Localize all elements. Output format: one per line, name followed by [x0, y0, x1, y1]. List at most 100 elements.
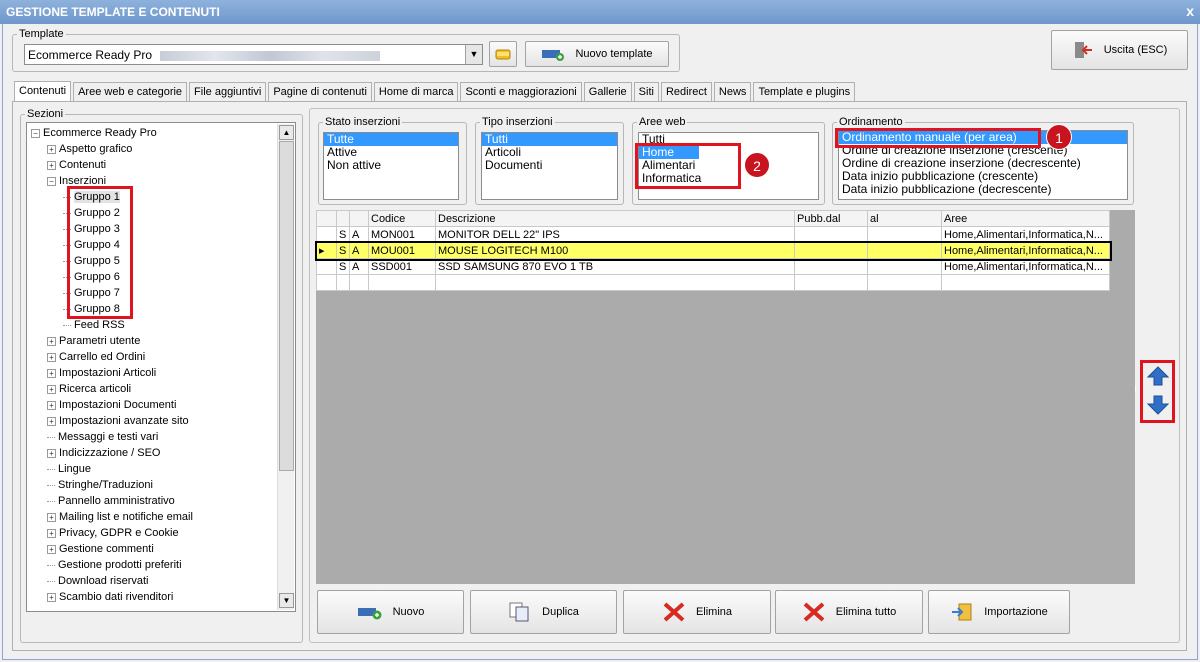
elimina-tutto-button[interactable]: Elimina tutto [775, 590, 923, 634]
expand-icon[interactable]: + [47, 336, 56, 346]
tree-item[interactable]: + Ricerca articoli [47, 381, 131, 397]
expand-icon[interactable]: + [47, 160, 56, 170]
cell-codice[interactable]: SSD001 [368, 258, 436, 275]
tree-item[interactable]: Pannello amministrativo [47, 493, 175, 509]
stato-option[interactable]: Non attive [324, 159, 458, 172]
exit-button[interactable]: Uscita (ESC) [1051, 30, 1188, 70]
move-up-button[interactable] [1145, 364, 1171, 388]
tree-item[interactable]: + Privacy, GDPR e Cookie [47, 525, 179, 541]
cell-pubb-dal[interactable] [794, 258, 868, 275]
expand-icon[interactable]: + [47, 448, 56, 458]
scroll-down-icon[interactable]: ▼ [279, 593, 294, 608]
tree-item[interactable]: + Parametri utente [47, 333, 140, 349]
move-down-button[interactable] [1145, 393, 1171, 417]
column-header[interactable]: Pubb.dal [794, 210, 868, 227]
tab-siti[interactable]: Siti [633, 82, 659, 102]
tab-file-aggiuntivi[interactable]: File aggiuntivi [189, 82, 267, 102]
table-row-new[interactable] [316, 274, 1110, 291]
tab-template-plugins[interactable]: Template e plugins [753, 82, 856, 102]
tree-item[interactable]: + Impostazioni Documenti [47, 397, 176, 413]
cell-descrizione[interactable]: SSD SAMSUNG 870 EVO 1 TB [435, 258, 795, 275]
cell-pubb-dal[interactable] [794, 242, 868, 259]
cell-aree[interactable]: Home,Alimentari,Informatica,N... [941, 226, 1110, 243]
importazione-button[interactable]: Importazione [928, 590, 1070, 634]
tree-item[interactable]: Gestione prodotti preferiti [47, 557, 182, 573]
tree-item-feed[interactable]: Feed RSS [63, 317, 125, 333]
tree-item[interactable]: + Indicizzazione / SEO [47, 445, 161, 461]
tree-item[interactable]: + Scambio dati rivenditori [47, 589, 173, 605]
new-template-button[interactable]: Nuovo template [525, 41, 669, 67]
tree-item[interactable]: + Gestione commenti [47, 541, 154, 557]
tipo-option[interactable]: Documenti [482, 159, 617, 172]
tab-contenuti[interactable]: Contenuti [14, 81, 72, 102]
table-row[interactable]: S A MON001 MONITOR DELL 22" IPS Home,Ali… [316, 226, 1110, 243]
tab-aree-web[interactable]: Aree web e categorie [73, 82, 188, 102]
tipo-listbox[interactable]: Tutti Articoli Documenti [481, 132, 618, 200]
expand-icon[interactable]: + [47, 368, 56, 378]
column-header[interactable]: al [867, 210, 942, 227]
tree-item[interactable]: Lingue [47, 461, 91, 477]
cell-a[interactable]: A [349, 226, 369, 243]
scroll-thumb[interactable] [279, 141, 294, 471]
expand-icon[interactable]: + [47, 592, 56, 602]
ordinamento-option[interactable]: Data inizio pubblicazione (decrescente) [839, 183, 1127, 196]
cell-al[interactable] [867, 258, 942, 275]
expand-icon[interactable]: + [47, 528, 56, 538]
tab-gallerie[interactable]: Gallerie [583, 82, 632, 102]
open-folder-button[interactable] [489, 41, 517, 67]
expand-icon[interactable]: + [47, 144, 56, 154]
tab-redirect[interactable]: Redirect [660, 82, 712, 102]
tree-item[interactable]: Messaggi e testi vari [47, 429, 158, 445]
cell-pubb-dal[interactable] [794, 226, 868, 243]
tab-news[interactable]: News [713, 82, 752, 102]
nuovo-button[interactable]: Nuovo [317, 590, 464, 634]
collapse-icon[interactable]: − [47, 176, 56, 186]
elimina-button[interactable]: Elimina [623, 590, 771, 634]
table-row[interactable]: S A SSD001 SSD SAMSUNG 870 EVO 1 TB Home… [316, 258, 1110, 275]
close-icon[interactable]: x [1186, 3, 1194, 19]
tree-item[interactable]: + Aspetto grafico [47, 141, 132, 157]
cell-a[interactable]: A [349, 242, 369, 259]
cell-al[interactable] [867, 226, 942, 243]
cell-descrizione[interactable]: MONITOR DELL 22" IPS [435, 226, 795, 243]
tree-item[interactable]: + Impostazioni avanzate sito [47, 413, 189, 429]
tree-item[interactable]: + Contenuti [47, 157, 106, 173]
scroll-up-icon[interactable]: ▲ [279, 125, 294, 140]
expand-icon[interactable]: + [47, 416, 56, 426]
expand-icon[interactable]: + [47, 352, 56, 362]
cell-al[interactable] [867, 242, 942, 259]
cell-s[interactable]: S [336, 242, 350, 259]
tree-item[interactable]: Download riservati [47, 573, 148, 589]
cell-a[interactable]: A [349, 258, 369, 275]
cell-codice[interactable]: MON001 [368, 226, 436, 243]
template-select[interactable]: Ecommerce Ready Pro [24, 44, 483, 65]
tree-item[interactable]: + Impostazioni Articoli [47, 365, 156, 381]
expand-icon[interactable]: + [47, 384, 56, 394]
cell-descrizione[interactable]: MOUSE LOGITECH M100 [435, 242, 795, 259]
tree-root[interactable]: − Ecommerce Ready Pro [31, 125, 157, 141]
row-indicator-arrow-icon[interactable]: ▸ [316, 242, 337, 259]
tab-home-marca[interactable]: Home di marca [373, 82, 459, 102]
tree-item[interactable]: Stringhe/Traduzioni [47, 477, 153, 493]
chevron-down-icon[interactable]: ▼ [465, 45, 482, 64]
row-indicator[interactable] [316, 258, 337, 275]
cell-s[interactable]: S [336, 226, 350, 243]
expand-icon[interactable]: + [47, 544, 56, 554]
column-header[interactable]: Codice [368, 210, 436, 227]
column-header[interactable]: Aree [941, 210, 1110, 227]
stato-listbox[interactable]: Tutte Attive Non attive [323, 132, 459, 200]
column-header[interactable]: Descrizione [435, 210, 795, 227]
table-row-selected[interactable]: ▸ S A MOU001 MOUSE LOGITECH M100 Home,Al… [314, 240, 1112, 261]
tab-sconti[interactable]: Sconti e maggiorazioni [460, 82, 582, 102]
collapse-icon[interactable]: − [31, 128, 40, 138]
cell-aree[interactable]: Home,Alimentari,Informatica,N... [941, 242, 1110, 259]
tab-pagine-contenuti[interactable]: Pagine di contenuti [268, 82, 372, 102]
duplica-button[interactable]: Duplica [470, 590, 617, 634]
expand-icon[interactable]: + [47, 512, 56, 522]
cell-s[interactable]: S [336, 258, 350, 275]
cell-aree[interactable]: Home,Alimentari,Informatica,N... [941, 258, 1110, 275]
tree-scrollbar[interactable]: ▲ ▼ [277, 124, 294, 610]
row-indicator[interactable] [316, 226, 337, 243]
expand-icon[interactable]: + [47, 400, 56, 410]
tree-item[interactable]: + Mailing list e notifiche email [47, 509, 193, 525]
